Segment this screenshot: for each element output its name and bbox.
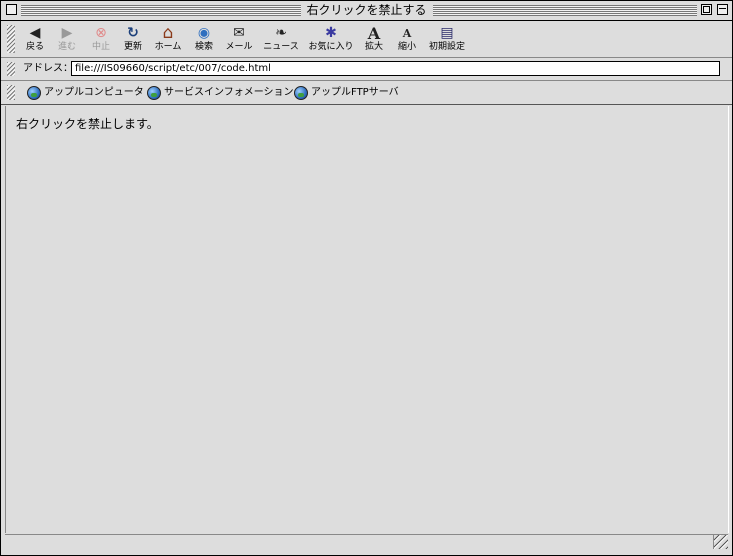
favorites-icon: ✱	[325, 25, 337, 41]
favorite-service-information[interactable]: サービスインフォメーション	[147, 84, 294, 102]
stop-icon: ⊗	[95, 25, 107, 41]
favorites-bar: アップルコンピュータ サービスインフォメーション アップルFTPサーバ	[1, 81, 732, 105]
address-input[interactable]	[71, 61, 720, 76]
window-title: 右クリックを禁止する	[300, 3, 433, 18]
preferences-icon: ▤	[440, 25, 454, 41]
back-arrow-icon: ◀	[29, 25, 41, 41]
browser-window: 右クリックを禁止する ◀ 戻る ▶ 進む ⊗ 中止 ↻ 更新 ⌂ ホーム ◉ 検…	[0, 0, 733, 556]
globe-icon	[294, 86, 308, 100]
preferences-button[interactable]: ▤ 初期設定	[429, 25, 465, 55]
font-smaller-icon: A	[402, 27, 412, 40]
mail-button[interactable]: ✉ メール	[221, 25, 257, 55]
address-bar-grip[interactable]	[7, 62, 15, 76]
page-content[interactable]: 右クリックを禁止します。	[5, 106, 729, 533]
home-icon: ⌂	[162, 23, 174, 43]
globe-icon	[27, 86, 41, 100]
close-box[interactable]	[6, 4, 17, 15]
search-globe-icon: ◉	[197, 25, 211, 41]
toolbar: ◀ 戻る ▶ 進む ⊗ 中止 ↻ 更新 ⌂ ホーム ◉ 検索 ✉ メール ❧ ニ	[1, 21, 732, 58]
refresh-icon: ↻	[127, 25, 139, 41]
zoom-box[interactable]	[701, 4, 712, 15]
news-icon: ❧	[275, 25, 287, 41]
page-text: 右クリックを禁止します。	[16, 117, 159, 131]
resize-handle[interactable]	[713, 534, 728, 549]
favorite-apple-computer[interactable]: アップルコンピュータ	[27, 84, 144, 102]
title-bar[interactable]: 右クリックを禁止する	[1, 1, 732, 21]
globe-icon	[147, 86, 161, 100]
collapse-box[interactable]	[717, 4, 728, 15]
font-smaller-button[interactable]: A 縮小	[389, 25, 425, 55]
status-area	[5, 534, 713, 550]
address-label: アドレス：	[23, 63, 73, 74]
favorites-bar-grip[interactable]	[7, 85, 15, 100]
address-bar: アドレス：	[1, 58, 732, 81]
font-larger-icon: A	[367, 24, 381, 43]
favorite-apple-ftp-server[interactable]: アップルFTPサーバ	[294, 84, 399, 102]
forward-arrow-icon: ▶	[61, 25, 73, 41]
news-button[interactable]: ❧ ニュース	[263, 25, 299, 55]
favorites-button[interactable]: ✱ お気に入り	[308, 25, 353, 55]
mail-icon: ✉	[233, 25, 245, 41]
